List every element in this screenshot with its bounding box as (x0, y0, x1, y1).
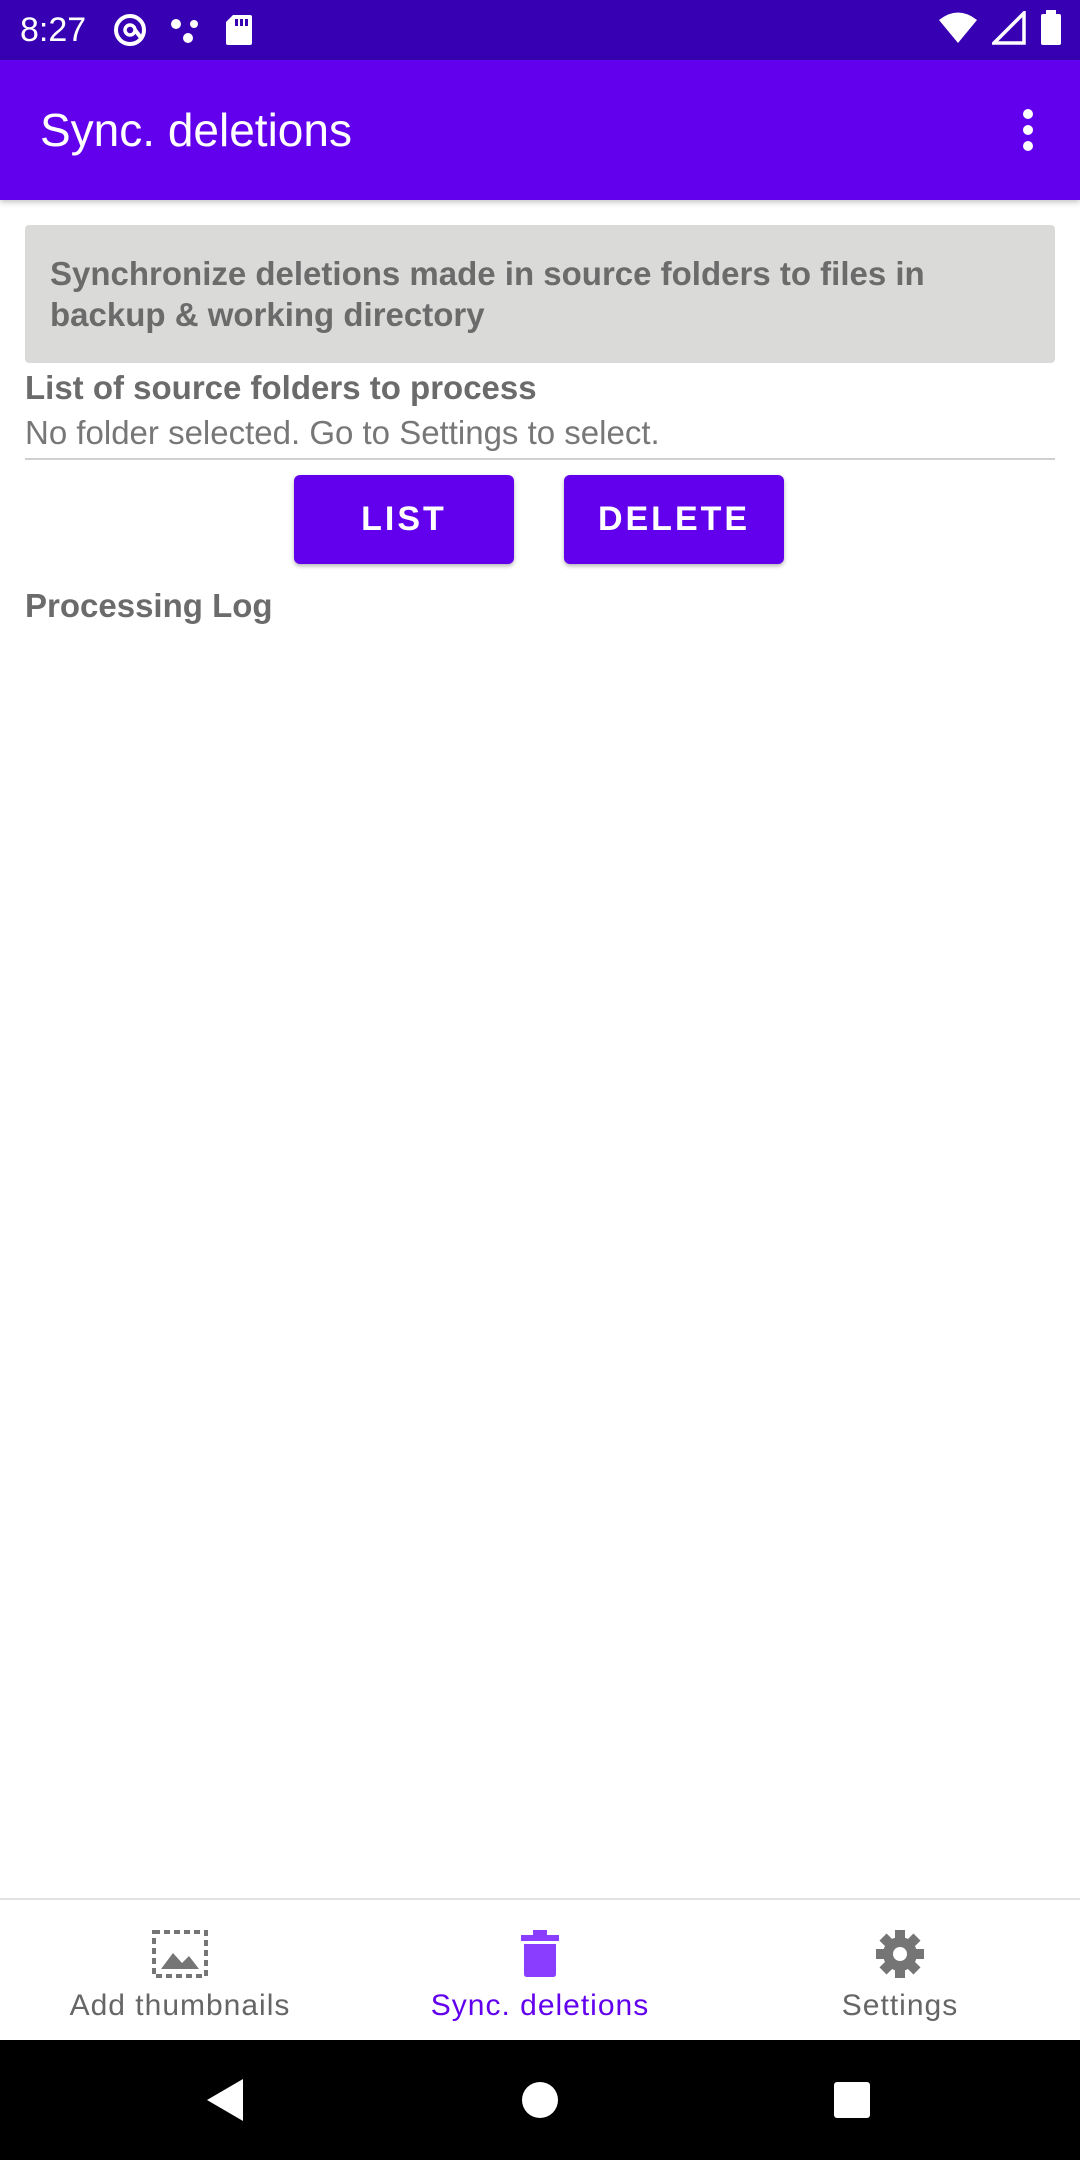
gear-icon (870, 1926, 930, 1982)
source-folders-field: No folder selected. Go to Settings to se… (25, 408, 1055, 460)
status-time: 8:27 (20, 11, 87, 49)
trash-icon (510, 1926, 570, 1982)
more-options-button[interactable] (996, 90, 1060, 170)
back-icon (207, 2079, 243, 2121)
home-button[interactable] (510, 2070, 570, 2130)
list-button[interactable]: LIST (294, 475, 514, 564)
nav-label-sync-deletions: Sync. deletions (430, 1989, 650, 2022)
image-icon (150, 1926, 210, 1982)
bottom-navigation: Add thumbnails Sync. deletions Settings (0, 1898, 1080, 2042)
recents-icon (834, 2082, 870, 2118)
more-vert-icon (1023, 109, 1033, 151)
processing-log-label: Processing Log (25, 587, 273, 624)
sd-card-icon (224, 13, 254, 47)
app-bar: Sync. deletions (0, 60, 1080, 200)
description-text: Synchronize deletions made in source fol… (50, 255, 925, 333)
page-title: Sync. deletions (40, 104, 352, 156)
signal-icon (992, 11, 1026, 45)
status-icons-right (938, 10, 1062, 46)
status-icons-left (112, 12, 254, 48)
back-button[interactable] (195, 2070, 255, 2130)
nav-item-sync-deletions[interactable]: Sync. deletions (360, 1900, 720, 2042)
nav-label-settings: Settings (841, 1989, 959, 2022)
home-icon (522, 2082, 558, 2118)
source-folders-label: List of source folders to process (25, 369, 537, 406)
nav-item-settings[interactable]: Settings (720, 1900, 1080, 2042)
nav-label-add-thumbnails: Add thumbnails (69, 1989, 291, 2022)
at-sign-icon (112, 12, 148, 48)
system-navigation-bar (0, 2040, 1080, 2160)
nav-item-add-thumbnails[interactable]: Add thumbnails (0, 1900, 360, 2042)
status-bar: 8:27 (0, 0, 1080, 60)
recents-button[interactable] (822, 2070, 882, 2130)
dots-icon (168, 12, 204, 48)
description-box: Synchronize deletions made in source fol… (25, 225, 1055, 363)
wifi-icon (938, 11, 978, 45)
delete-button[interactable]: DELETE (564, 475, 784, 564)
battery-icon (1040, 10, 1062, 46)
